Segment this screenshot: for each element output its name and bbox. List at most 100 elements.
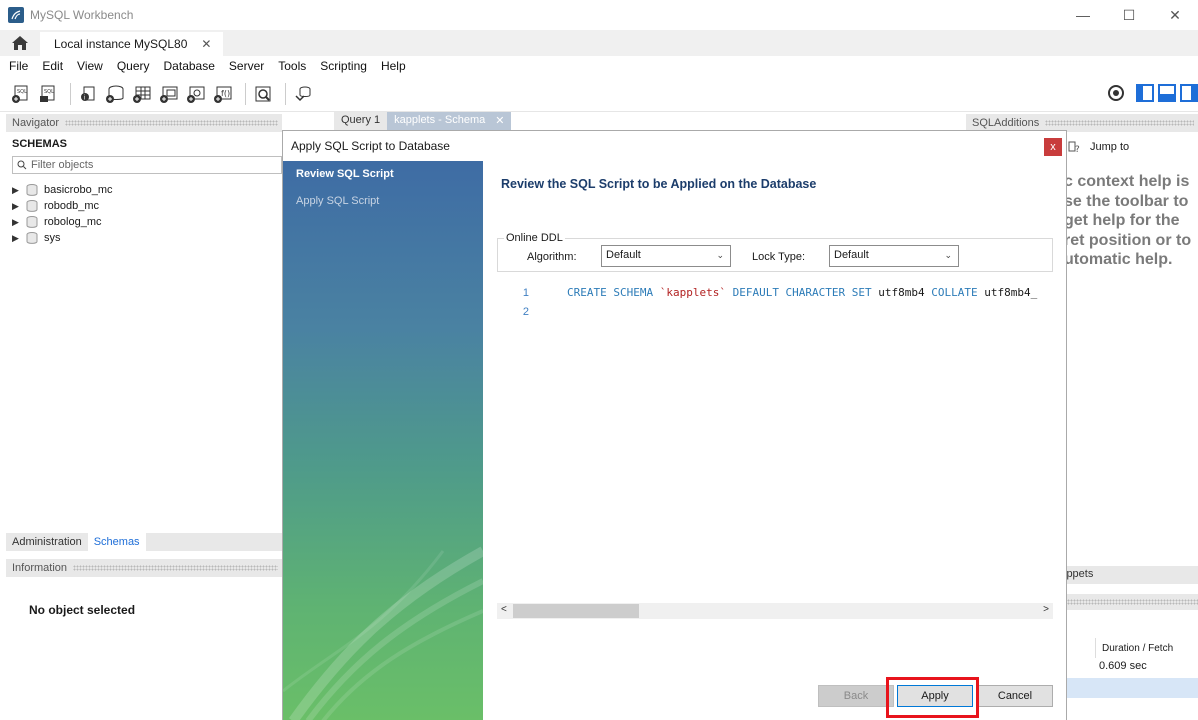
schema-item[interactable]: ▶ basicrobo_mc: [6, 182, 282, 198]
svg-text:?: ?: [1075, 145, 1080, 154]
create-schema-icon[interactable]: [104, 83, 126, 105]
toggle-sidebar-icon[interactable]: [1136, 84, 1154, 102]
schema-name: sys: [44, 232, 61, 244]
help-line: se the toolbar to: [1064, 192, 1189, 210]
horizontal-scrollbar[interactable]: < >: [497, 603, 1053, 619]
close-window-button[interactable]: ✕: [1152, 0, 1198, 30]
schema-item[interactable]: ▶ robolog_mc: [6, 214, 282, 230]
create-table-icon[interactable]: [131, 83, 153, 105]
menu-scripting[interactable]: Scripting: [313, 59, 374, 73]
window-title: MySQL Workbench: [30, 8, 134, 22]
jump-to-dropdown[interactable]: Jump to: [1090, 141, 1129, 153]
online-ddl-group: Online DDL Algorithm: Default ⌄ Lock Typ…: [497, 232, 1053, 272]
maximize-button[interactable]: ☐: [1106, 0, 1152, 30]
dialog-title: Apply SQL Script to Database: [283, 131, 1066, 161]
help-line: c context help is: [1064, 173, 1190, 190]
sql-script-editor[interactable]: 1 CREATE SCHEMA `kapplets` DEFAULT CHARA…: [497, 283, 1053, 603]
new-sql-tab-icon[interactable]: SQL: [10, 83, 32, 105]
help-line: ret position or to: [1064, 231, 1192, 249]
duration-value: 0.609 sec: [1099, 660, 1147, 672]
filter-placeholder: Filter objects: [31, 159, 94, 171]
navigator-panel: SCHEMAS Filter objects ▶ basicrobo_mc ▶ …: [6, 132, 282, 532]
lock-type-label: Lock Type:: [752, 251, 805, 263]
reconnect-icon[interactable]: [292, 83, 314, 105]
menu-server[interactable]: Server: [222, 59, 271, 73]
connection-tab[interactable]: Local instance MySQL80 ✕: [40, 32, 224, 56]
expand-arrow-icon[interactable]: ▶: [12, 217, 20, 228]
database-icon: [26, 232, 38, 244]
scrollbar-thumb[interactable]: [513, 604, 639, 618]
menu-help[interactable]: Help: [374, 59, 413, 73]
navigator-header: Navigator: [6, 114, 282, 132]
context-help-text: c context help is se the toolbar to get …: [1064, 172, 1198, 272]
schema-item[interactable]: ▶ robodb_mc: [6, 198, 282, 214]
close-tab-icon[interactable]: ✕: [495, 114, 504, 128]
sql-identifier: `kapplets`: [659, 286, 726, 299]
code-line: 2: [497, 302, 1053, 321]
menu-bar: File Edit View Query Database Server Too…: [0, 56, 1198, 76]
menu-edit[interactable]: Edit: [35, 59, 70, 73]
menu-file[interactable]: File: [2, 59, 35, 73]
toolbar: SQL SQL i f(): [0, 76, 1198, 112]
menu-database[interactable]: Database: [157, 59, 222, 73]
sql-keyword: CREATE SCHEMA: [567, 286, 654, 299]
expand-arrow-icon[interactable]: ▶: [12, 185, 20, 196]
expand-arrow-icon[interactable]: ▶: [12, 201, 20, 212]
step-apply-sql-script: Apply SQL Script: [296, 195, 380, 207]
editor-tab-bar: Query 1 kapplets - Schema ✕: [334, 112, 530, 130]
close-tab-icon[interactable]: ✕: [201, 37, 211, 51]
tab-administration[interactable]: Administration: [6, 533, 88, 551]
tab-kapplets-schema[interactable]: kapplets - Schema ✕: [387, 112, 512, 130]
svg-text:SQL: SQL: [17, 89, 27, 95]
back-button[interactable]: Back: [818, 685, 894, 707]
schema-name: robodb_mc: [44, 200, 100, 212]
code-line: 1 CREATE SCHEMA `kapplets` DEFAULT CHARA…: [497, 283, 1053, 302]
search-table-data-icon[interactable]: [252, 83, 274, 105]
schema-name: robolog_mc: [44, 216, 102, 228]
create-function-icon[interactable]: f(): [212, 83, 234, 105]
tab-schemas[interactable]: Schemas: [87, 533, 146, 551]
algorithm-select[interactable]: Default ⌄: [601, 245, 731, 267]
minimize-button[interactable]: —: [1060, 0, 1106, 30]
scroll-right-icon[interactable]: >: [1043, 604, 1049, 615]
tab-query-1[interactable]: Query 1: [334, 112, 388, 130]
home-icon[interactable]: [0, 30, 40, 56]
scroll-left-icon[interactable]: <: [501, 604, 507, 615]
menu-tools[interactable]: Tools: [271, 59, 313, 73]
snippets-tab[interactable]: ippets: [1064, 566, 1198, 584]
duration-fetch-header: Duration / Fetch: [1102, 643, 1174, 654]
connection-tab-bar: Local instance MySQL80 ✕: [0, 30, 1198, 56]
database-icon: [26, 184, 38, 196]
open-sql-script-icon[interactable]: SQL: [37, 83, 59, 105]
apply-button-highlight: [886, 677, 979, 718]
wizard-steps-sidebar: Review SQL Script Apply SQL Script: [283, 161, 483, 720]
toggle-output-panel-icon[interactable]: [1158, 84, 1176, 102]
jump-to-bar: ? Jump to: [1068, 136, 1198, 158]
output-header: [1064, 594, 1198, 610]
lock-type-select[interactable]: Default ⌄: [829, 245, 959, 267]
context-help-icon[interactable]: ?: [1068, 140, 1082, 154]
toggle-secondary-sidebar-icon[interactable]: [1180, 84, 1198, 102]
inspector-icon[interactable]: i: [77, 83, 99, 105]
create-view-icon[interactable]: [158, 83, 180, 105]
cancel-button[interactable]: Cancel: [977, 685, 1053, 707]
output-row-selected[interactable]: [1064, 678, 1198, 698]
database-icon: [26, 200, 38, 212]
toolbar-separator: [285, 82, 286, 105]
navigator-tabs: Administration Schemas: [6, 533, 282, 551]
schemas-label: SCHEMAS: [12, 138, 68, 150]
menu-query[interactable]: Query: [110, 59, 157, 73]
menu-view[interactable]: View: [70, 59, 110, 73]
line-number: 2: [522, 305, 529, 318]
filter-objects-input[interactable]: Filter objects: [12, 156, 282, 174]
dialog-close-button[interactable]: x: [1044, 138, 1062, 156]
information-panel: No object selected: [6, 577, 282, 720]
toolbar-separator: [70, 82, 71, 105]
help-line: utomatic help.: [1064, 251, 1173, 268]
preferences-gear-icon[interactable]: [1105, 82, 1127, 104]
schema-item[interactable]: ▶ sys: [6, 230, 282, 246]
expand-arrow-icon[interactable]: ▶: [12, 233, 20, 244]
title-bar: MySQL Workbench — ☐ ✕: [0, 0, 1198, 30]
create-procedure-icon[interactable]: [185, 83, 207, 105]
schema-name: basicrobo_mc: [44, 184, 113, 196]
